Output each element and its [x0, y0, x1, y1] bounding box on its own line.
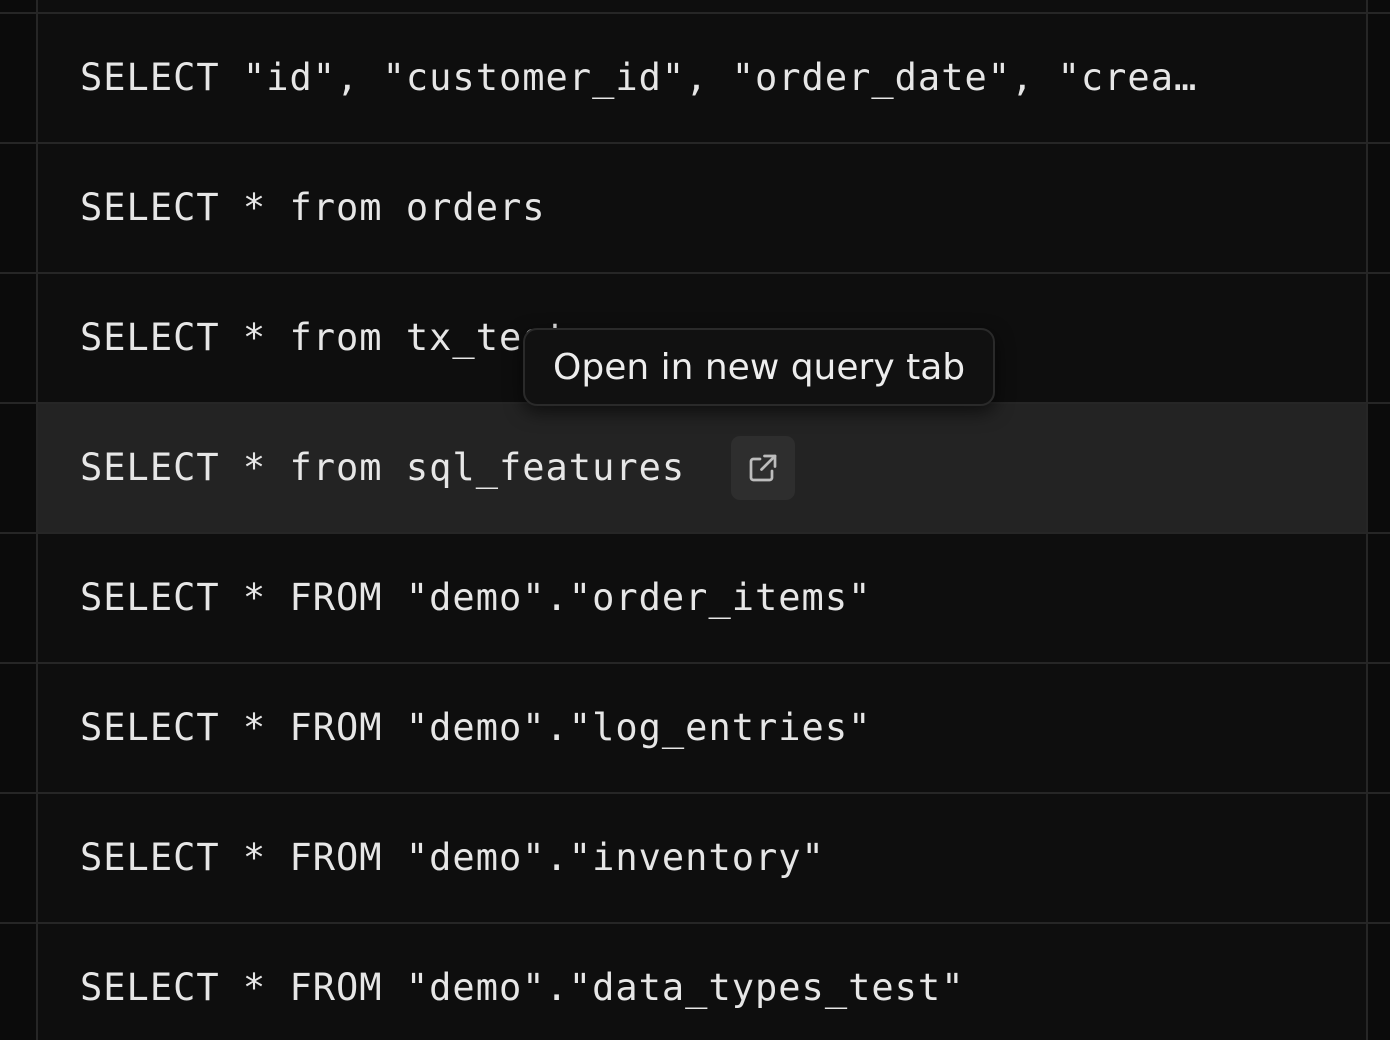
row-right-rail — [1366, 14, 1390, 142]
query-row[interactable]: SELECT * FROM "demo"."order_items" — [0, 532, 1390, 662]
external-link-icon — [749, 454, 777, 482]
row-gutter — [0, 534, 38, 662]
row-right-rail — [1366, 0, 1390, 12]
row-gutter — [0, 664, 38, 792]
query-row[interactable]: SELECT * FROM "demo"."data_types_test" — [0, 922, 1390, 1040]
query-text: SELECT * from orders — [80, 186, 546, 229]
query-text: SELECT * FROM "demo"."data_types_test" — [80, 966, 965, 1009]
row-right-rail — [1366, 404, 1390, 532]
query-history-panel: SELECT "id", "customer_id", "order_date"… — [0, 0, 1390, 1040]
row-gutter — [0, 404, 38, 532]
row-gutter — [0, 144, 38, 272]
open-in-new-tab-tooltip: Open in new query tab — [523, 328, 996, 406]
row-gutter — [0, 924, 38, 1040]
row-right-rail — [1366, 144, 1390, 272]
row-right-rail — [1366, 664, 1390, 792]
row-right-rail — [1366, 924, 1390, 1040]
row-gutter — [0, 0, 38, 12]
query-text: SELECT * from tx_test — [80, 316, 569, 359]
row-gutter — [0, 274, 38, 402]
query-text: SELECT * FROM "demo"."order_items" — [80, 576, 872, 619]
row-gutter — [0, 14, 38, 142]
query-row-hovered[interactable]: SELECT * from sql_features — [0, 402, 1390, 532]
query-text: SELECT * FROM "demo"."inventory" — [80, 836, 825, 879]
previous-row-edge — [0, 0, 1390, 12]
row-right-rail — [1366, 794, 1390, 922]
row-gutter — [0, 794, 38, 922]
query-row[interactable]: SELECT * FROM "demo"."log_entries" — [0, 662, 1390, 792]
query-text: SELECT "id", "customer_id", "order_date"… — [80, 56, 1198, 99]
query-text: SELECT * from sql_features — [80, 446, 686, 489]
query-row[interactable]: SELECT * from orders — [0, 142, 1390, 272]
query-list: SELECT "id", "customer_id", "order_date"… — [0, 12, 1390, 1040]
row-right-rail — [1366, 274, 1390, 402]
open-in-new-tab-button[interactable] — [731, 436, 795, 500]
query-row[interactable]: SELECT * FROM "demo"."inventory" — [0, 792, 1390, 922]
query-row[interactable]: SELECT "id", "customer_id", "order_date"… — [0, 12, 1390, 142]
query-text: SELECT * FROM "demo"."log_entries" — [80, 706, 872, 749]
row-right-rail — [1366, 534, 1390, 662]
